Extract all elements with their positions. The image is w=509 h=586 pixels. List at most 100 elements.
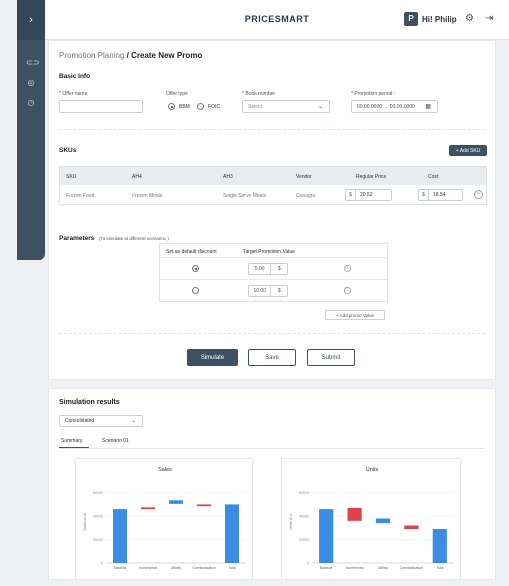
ah3-cell: Single Serve Meals [223, 193, 267, 199]
chart-title: Sales [158, 467, 172, 473]
bar-affinity [169, 500, 183, 504]
x-tick-label: Cannibalization [400, 566, 423, 570]
remove-sku-icon[interactable]: × [474, 190, 483, 199]
cost-input[interactable]: $ 18.54 [418, 189, 463, 201]
calendar-icon[interactable]: ▦ [425, 103, 431, 110]
chevron-right-icon: › [29, 14, 33, 26]
tab-scenario-01[interactable]: Scenario 01 [102, 438, 129, 444]
avatar[interactable]: P [404, 12, 418, 26]
header-sku: SKU [66, 174, 77, 180]
parameters-header: Set as default discount Target Promotion… [160, 244, 387, 258]
breadcrumb: Promotion Planing / Create New Promo [59, 51, 202, 60]
bar-incremental [347, 507, 362, 521]
regular-price-value: 20.52 [360, 192, 373, 198]
submit-button[interactable]: Submit [307, 349, 355, 366]
promo-value-input-2[interactable]: 10.00 $ [248, 285, 288, 297]
remove-promo-value-icon[interactable]: × [343, 264, 352, 273]
tab-underline [59, 448, 485, 449]
top-bar: PRICESMART P Hi! Philip ⚙ ⇥ [45, 0, 509, 40]
promo-value-1: 5.00 [254, 266, 265, 272]
header-cost: Cost [428, 174, 439, 180]
offer-type-bbm-radio[interactable] [168, 103, 175, 110]
sku-cell: Frozen Food [66, 193, 95, 199]
breadcrumb-parent[interactable]: Promotion Planing [59, 51, 124, 60]
promo-icon[interactable]: ⊂⊃ [26, 58, 39, 68]
regular-price-input[interactable]: $ 20.52 [345, 189, 392, 201]
chevron-down-icon: ⌄ [130, 418, 136, 424]
ah4-cell: Frozen Meals [132, 193, 163, 199]
regular-price-currency: $ [346, 190, 356, 200]
header-ah4: AH4 [132, 174, 142, 180]
offer-type-bbm-label: BBM [179, 104, 190, 110]
simulation-results-card: Simulation results Consolidated ⌄ Summar… [48, 388, 496, 580]
results-title: Simulation results [59, 399, 120, 406]
y-axis-label: Units in # [288, 513, 293, 530]
header-vendor: Vendor [296, 174, 312, 180]
parameters-subtitle: (To simulate at different scenarios ) [98, 236, 169, 241]
x-tick-label: Cannibalization [192, 566, 215, 570]
offer-name-label: * Offer name [59, 91, 88, 97]
promo-period-label: * Promotion period : [351, 91, 396, 97]
section-divider [59, 129, 485, 130]
logout-icon[interactable]: ⇥ [485, 13, 493, 24]
promo-value-2: 10.00 [253, 288, 266, 294]
header-regular-price: Regular Price [356, 174, 387, 180]
add-sku-button[interactable]: + Add SKU [449, 145, 487, 156]
offer-type-label: Offer type [166, 91, 188, 97]
x-tick-label: Total [228, 566, 235, 570]
y-tick-label: 0 [307, 562, 309, 566]
y-tick-label: 40000 [299, 515, 309, 519]
header-target-value: Target Promotion Value [243, 249, 295, 255]
book-number-select[interactable]: Select ⌄ [242, 100, 330, 113]
add-promo-value-button[interactable]: + Add promo Value [325, 310, 385, 320]
chart-title: Units [366, 467, 379, 473]
tag-icon[interactable]: ◎ [26, 78, 36, 88]
promo-unit-1: $ [270, 264, 287, 274]
units-chart-card: Units Units in # 0 20000 40000 60000 Baseline I… [281, 458, 461, 580]
y-tick-label: 20000 [299, 538, 309, 542]
skus-title: SKUs [59, 147, 77, 154]
remove-promo-value-icon[interactable]: × [343, 286, 352, 295]
bar-total [225, 504, 239, 563]
bar-cannibalization [197, 504, 211, 507]
x-tick-label: Incremental [346, 566, 364, 570]
tab-summary[interactable]: Summary [61, 438, 82, 444]
offer-type-foic-radio[interactable] [197, 103, 204, 110]
default-discount-radio-2[interactable] [192, 287, 199, 294]
x-tick-label: Baseline [113, 566, 126, 570]
y-tick-label: 20000 [93, 538, 103, 542]
sales-chart: Sales Sales in $ 0 20000 40000 60000 Baseline I… [82, 467, 246, 570]
x-tick-label: Affinity [171, 566, 181, 570]
x-tick-label: Incremental [139, 566, 157, 570]
cost-value: 18.54 [433, 192, 446, 198]
results-view-value: Consolidated [65, 418, 95, 424]
sales-chart-card: Sales Sales in $ 0 20000 40000 60000 Baseline I… [75, 458, 253, 580]
x-tick-label: Baseline [320, 566, 333, 570]
vendor-cell: Conagra [296, 193, 316, 199]
sidebar: › ⊂⊃ ◎ ◷ [17, 0, 45, 260]
offer-name-input[interactable] [59, 100, 143, 113]
parameters-heading: Parameters (To simulate at different sce… [59, 227, 169, 245]
y-axis-label: Sales in $ [82, 512, 87, 530]
promo-period-input[interactable]: 00.00.0000 → 00.00.0000 ▦ [351, 100, 438, 113]
cost-currency: $ [419, 190, 429, 200]
save-button[interactable]: Save [248, 349, 296, 366]
sidebar-toggle[interactable]: › [17, 0, 45, 40]
breadcrumb-current: Create New Promo [131, 51, 203, 60]
table-row: 5.00 $ × [160, 258, 387, 280]
default-discount-radio-1[interactable] [192, 265, 199, 272]
parameters-title: Parameters [59, 235, 95, 242]
bar-affinity [375, 518, 391, 524]
promo-unit-2: $ [270, 286, 287, 296]
gear-icon[interactable]: ⚙ [465, 13, 474, 24]
greeting: Hi! Philip [422, 15, 457, 24]
basic-info-title: Basic Info [59, 73, 91, 80]
results-view-select[interactable]: Consolidated ⌄ [59, 415, 143, 427]
breadcrumb-separator: / [126, 51, 129, 60]
x-tick-label: Affinity [378, 566, 388, 570]
clock-icon[interactable]: ◷ [26, 98, 36, 108]
book-number-placeholder: Select [248, 103, 262, 110]
simulate-button[interactable]: Simulate [187, 349, 238, 366]
promo-value-input-1[interactable]: 5.00 $ [248, 263, 288, 275]
y-tick-label: 60000 [93, 491, 103, 495]
